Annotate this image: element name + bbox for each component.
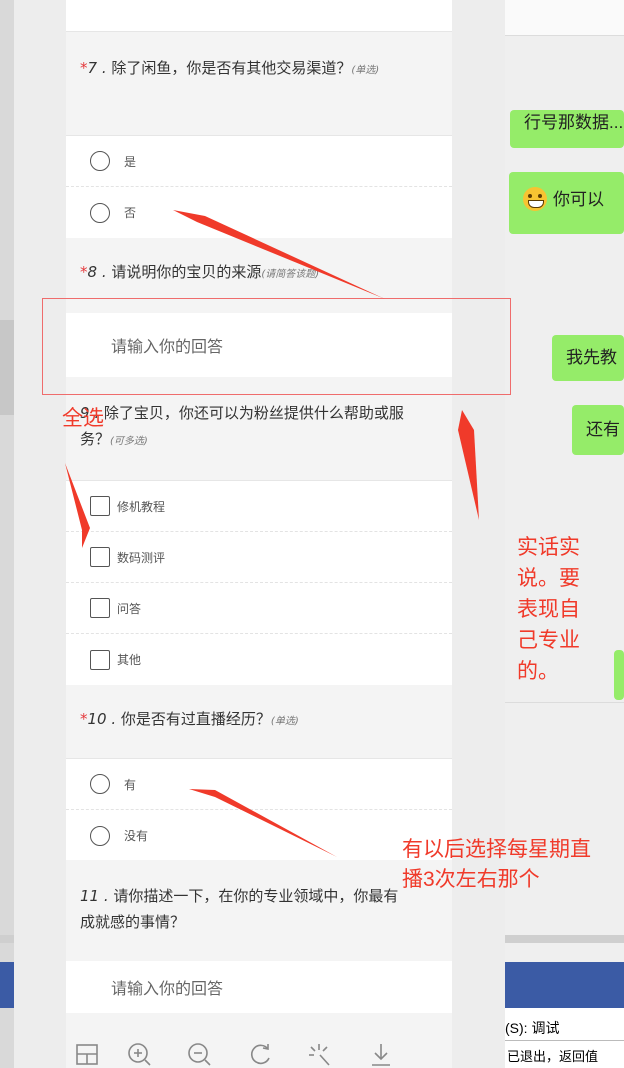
radio-button[interactable] [90,774,110,794]
chat-bubble [614,650,624,700]
rotate-icon[interactable] [248,1041,274,1067]
radio-option-no-live[interactable]: 没有 [66,810,452,861]
annotation-honest: 实话实说。要表现自己专业的。 [517,536,580,683]
question-11: 11 . 请你描述一下，在你的专业领域中，你最有成就感的事情？ [80,887,399,931]
chat-bubble-text: 还有 [586,420,620,439]
radio-button[interactable] [90,202,110,223]
checkbox[interactable] [90,598,110,618]
option-label: 否 [124,206,137,220]
radio-button[interactable] [90,151,110,171]
question-text: 请说明你的宝贝的来源 [111,263,262,281]
q9-options: 修机教程 数码测评 问答 其他 [66,480,452,685]
checkbox[interactable] [90,649,110,670]
checkbox[interactable] [90,496,110,516]
question-number: 10 [87,710,107,728]
checkbox-option-qa[interactable]: 问答 [66,583,452,634]
radio-option-yes[interactable]: 是 [66,136,452,187]
highlight-rectangle [42,298,511,395]
annotation-live: 有以后选择每星期直播3次左右那个 [402,838,591,891]
download-icon[interactable] [368,1041,394,1067]
question-text: 请你描述一下，在你的专业领域中，你最有成就感的事情？ [80,887,399,931]
required-star: * [80,263,88,281]
question-hint: (单选) [351,65,380,76]
radio-button[interactable] [90,825,110,846]
required-star: * [80,710,88,728]
question-10: *10 . 你是否有过直播经历？(单选) [80,710,299,728]
checkbox-option-digital-review[interactable]: 数码测评 [66,532,452,583]
question-number: 11 [80,887,100,905]
input-placeholder: 请输入你的回答 [111,979,224,998]
question-9: 9 . 除了宝贝，你还可以为粉丝提供什么帮助或服务？(可多选) [80,404,404,448]
radio-option-has-live[interactable]: 有 [66,759,452,810]
chat-bubble: 行号那数据... [510,110,624,148]
chat-bubble: 还有 [572,405,624,455]
question-number: 8 [87,263,98,281]
annotation-select-all: 全选 [62,407,104,430]
zoom-out-icon[interactable] [186,1041,212,1067]
viewer-toolbar [66,1035,452,1068]
q11-answer-input[interactable]: 请输入你的回答 [66,961,452,1013]
magic-icon[interactable] [306,1041,332,1067]
image-viewer: *7 . 除了闲鱼，你是否有其他交易渠道？(单选) 是 否 *8 . 请说明你的… [14,0,505,1068]
question-text: 你是否有过直播经历？ [120,710,271,728]
zoom-in-icon[interactable] [126,1041,152,1067]
previous-answer-box [66,0,452,32]
required-star: * [80,59,88,77]
option-label: 修机教程 [117,499,166,514]
question-8: *8 . 请说明你的宝贝的来源(请简答该题) [80,263,320,281]
grin-emoji-icon [523,186,547,211]
question-text: 除了闲鱼，你是否有其他交易渠道？ [111,59,352,77]
checkbox[interactable] [90,547,110,567]
question-hint: (可多选) [110,436,148,447]
chat-header [505,0,624,36]
chat-bubble-text: 你可以 [553,190,604,209]
fit-page-icon[interactable] [74,1041,100,1067]
chat-bubble: 我先教 [552,335,624,381]
checkbox-option-other[interactable]: 其他 [66,634,452,685]
debug-label: (S): 调试 [505,1020,560,1036]
chat-bubble-text: 行号那数据... [524,113,624,132]
survey-page: *7 . 除了闲鱼，你是否有其他交易渠道？(单选) 是 否 *8 . 请说明你的… [66,0,452,1068]
option-label: 没有 [124,829,149,843]
radio-option-no[interactable]: 否 [66,187,452,238]
option-label: 有 [124,777,137,792]
option-label: 问答 [117,601,142,616]
question-7: *7 . 除了闲鱼，你是否有其他交易渠道？(单选) [80,59,380,77]
option-label: 其他 [117,653,142,667]
debug-output-panel: (S): 调试 已退出，返回值 [505,1008,624,1068]
question-hint: (单选) [270,716,299,727]
option-label: 是 [124,154,137,169]
debug-separator [505,1040,624,1041]
chat-divider [505,702,624,703]
question-number: 7 [87,59,98,77]
chat-bubble: 你可以 [509,172,624,234]
chat-bubble-text: 我先教 [566,348,617,367]
background-left-window [0,0,14,1068]
q10-options: 有 没有 [66,758,452,860]
option-label: 数码测评 [117,550,166,565]
checkbox-option-repair-tutorial[interactable]: 修机教程 [66,481,452,532]
background-left-band [0,320,14,415]
debug-status: 已退出，返回值 [507,1049,599,1064]
q7-options: 是 否 [66,135,452,238]
question-hint: (请简答该题) [261,269,320,280]
